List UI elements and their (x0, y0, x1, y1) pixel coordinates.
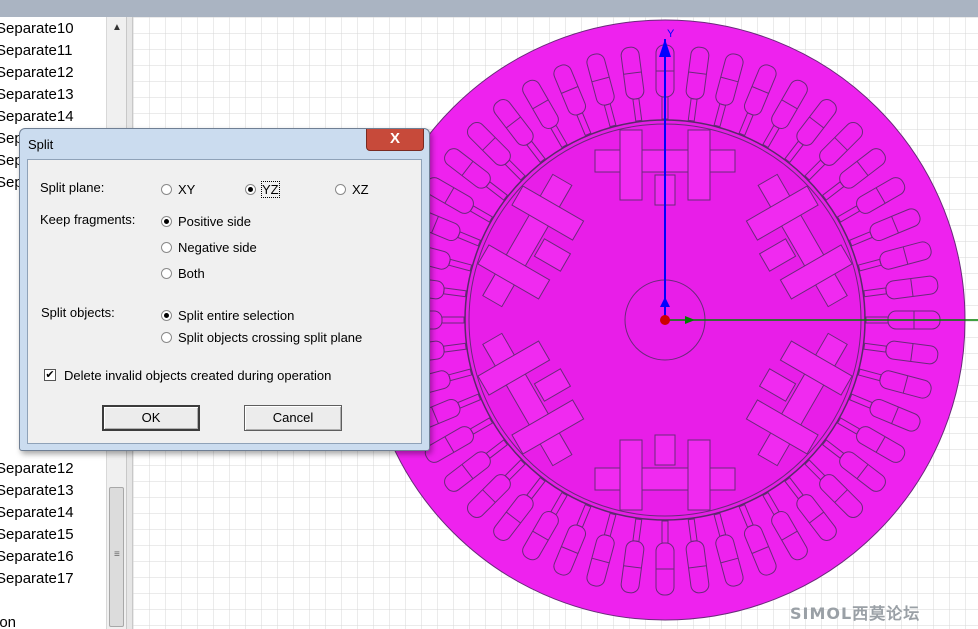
radio-split-plane-xy[interactable]: XY (161, 181, 195, 197)
scrollbar-thumb[interactable]: ≡ (109, 487, 124, 627)
tree-item[interactable]: Separate14 (0, 106, 74, 128)
tree-item[interactable]: Separate12 (0, 458, 74, 480)
radio-split-entire-selection[interactable]: Split entire selection (161, 307, 294, 323)
tree-item[interactable]: Separate17 (0, 568, 74, 590)
grip-icon: ≡ (114, 549, 120, 560)
split-objects-label: Split objects: (41, 305, 115, 320)
radio-selected-icon (245, 183, 256, 195)
checkmark-icon: ✔ (44, 369, 56, 381)
radio-negative-side[interactable]: Negative side (161, 239, 257, 255)
tree-item[interactable]: Separate15 (0, 524, 74, 546)
split-plane-label: Split plane: (40, 180, 105, 195)
tree-item[interactable]: Separate13 (0, 84, 74, 106)
tree-item[interactable]: Separate13 (0, 480, 74, 502)
cancel-button[interactable]: Cancel (244, 405, 342, 431)
radio-split-plane-yz[interactable]: YZ (245, 180, 280, 198)
tree-item[interactable]: Separate12 (0, 62, 74, 84)
radio-split-plane-xz[interactable]: XZ (335, 181, 369, 197)
radio-split-crossing-plane[interactable]: Split objects crossing split plane (161, 329, 362, 345)
radio-icon (161, 183, 172, 195)
tree-item[interactable]: Separate14 (0, 502, 74, 524)
radio-icon (161, 267, 172, 279)
dialog-title: Split (28, 137, 54, 152)
radio-icon (161, 331, 172, 343)
radio-icon (161, 241, 172, 253)
tree-item[interactable]: ion (0, 612, 16, 629)
ok-button[interactable]: OK (102, 405, 200, 431)
y-axis-label: Y (667, 28, 675, 40)
dialog-body: Split plane: XY YZ XZ Keep fragments: Po… (27, 159, 422, 444)
keep-fragments-label: Keep fragments: (40, 212, 136, 227)
radio-positive-side[interactable]: Positive side (161, 213, 251, 229)
radio-selected-icon (161, 215, 172, 227)
watermark-logo: SIMOL西莫论坛 (790, 604, 921, 623)
radio-icon (335, 183, 346, 195)
tree-item[interactable]: Separate10 (0, 18, 74, 40)
radio-both[interactable]: Both (161, 265, 205, 281)
scroll-up-arrow-icon[interactable]: ▲ (112, 23, 122, 33)
close-icon[interactable]: X (366, 129, 424, 151)
radio-selected-icon (161, 309, 172, 321)
origin-marker (660, 315, 670, 325)
window-top-strip (0, 0, 978, 17)
delete-invalid-checkbox[interactable]: ✔ Delete invalid objects created during o… (44, 367, 331, 383)
tree-item[interactable]: Separate16 (0, 546, 74, 568)
split-dialog: Split X Split plane: XY YZ XZ Keep fragm… (19, 128, 430, 451)
tree-item[interactable]: Separate11 (0, 40, 72, 62)
